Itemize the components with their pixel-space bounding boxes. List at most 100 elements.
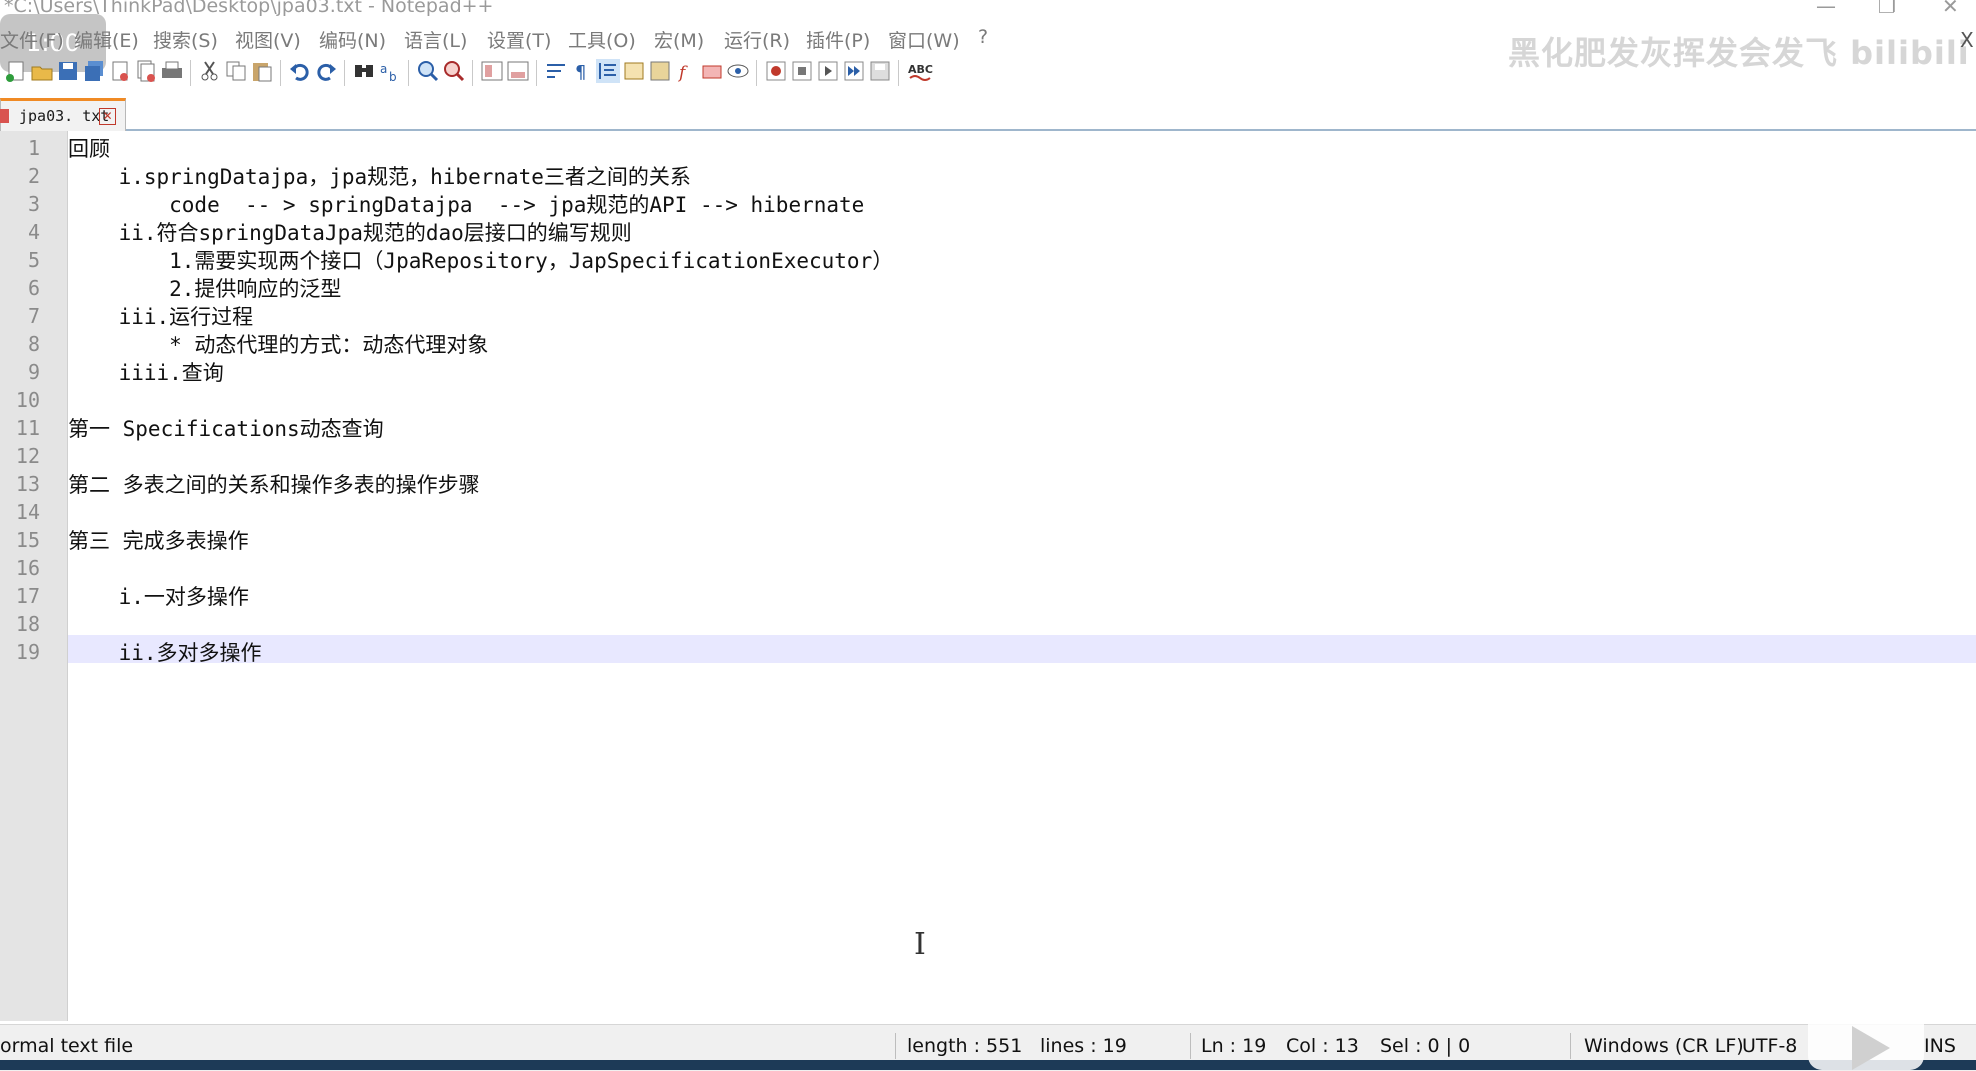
tab-jpa03[interactable]: jpa03. txt ✕ [0,98,126,131]
line-number: 5 [27,248,40,272]
toolbar-separator [408,60,409,86]
cut-icon[interactable] [198,59,222,83]
svg-text:a: a [380,62,387,76]
editor-line: i.一对多操作 [68,585,249,609]
zoom-in-icon[interactable] [416,59,440,83]
text-cursor-icon: I [914,927,926,962]
menu-encoding[interactable]: 编码(N) [319,26,386,53]
line-number: 16 [15,556,40,580]
new-file-icon[interactable] [4,59,28,83]
editor-text-area[interactable]: 回顾 i.springDatajpa，jpa规范，hibernate三者之间的关… [68,131,1976,1021]
status-eol[interactable]: Windows (CR LF) [1584,1035,1744,1057]
zoom-out-icon[interactable] [442,59,466,83]
monitor-icon[interactable] [726,59,750,83]
menu-run[interactable]: 运行(R) [724,26,790,53]
save-all-icon[interactable] [82,59,106,83]
line-number: 18 [15,612,40,636]
editor-line: iiii.查询 [68,361,224,385]
menu-view[interactable]: 视图(V) [235,26,301,53]
print-icon[interactable] [160,59,184,83]
svg-text:b: b [389,70,397,83]
toolbar: ab ¶ f ABC [0,54,1976,90]
menu-edit[interactable]: 编辑(E) [74,26,139,53]
line-number: 7 [27,304,40,328]
line-number: 15 [15,528,40,552]
indent-guide-icon[interactable] [596,59,620,83]
line-number: 17 [15,584,40,608]
menu-settings[interactable]: 设置(T) [487,26,551,53]
menu-search[interactable]: 搜索(S) [153,26,218,53]
editor-line: 第一 Specifications动态查询 [68,417,384,441]
spell-check-icon[interactable]: ABC [906,59,936,83]
paste-icon[interactable] [250,59,274,83]
line-number: 19 [15,640,40,664]
undo-icon[interactable] [288,59,312,83]
run-macro-multiple-icon[interactable] [842,59,866,83]
status-encoding[interactable]: UTF-8 [1742,1035,1797,1057]
close-window-button[interactable]: ✕ [1942,0,1959,18]
status-sel: Sel : 0 | 0 [1380,1035,1471,1057]
function-list-icon[interactable]: f [674,59,698,83]
toolbar-separator [756,60,757,86]
status-length: length : 551 [907,1035,1023,1057]
folder-workspace-icon[interactable] [700,59,724,83]
replace-icon[interactable]: ab [378,59,402,84]
status-separator [1190,1033,1191,1059]
line-number: 8 [27,332,40,356]
sync-horizontal-icon[interactable] [506,59,530,83]
play-macro-icon[interactable] [816,59,840,83]
line-number: 12 [15,444,40,468]
open-file-icon[interactable] [30,59,54,83]
menu-bar: 文件(F) 编辑(E) 搜索(S) 视图(V) 编码(N) 语言(L) 设置(T… [0,22,1976,54]
menu-file[interactable]: 文件(F) [0,26,64,53]
editor-line-current: ii.多对多操作 [68,641,262,665]
redo-icon[interactable] [314,59,338,83]
line-number-gutter[interactable]: 1 2 3 4 5 6 7 8 9 10 11 12 13 14 15 16 1… [0,131,68,1021]
menu-help[interactable]: ? [978,26,988,48]
menu-macro[interactable]: 宏(M) [654,26,704,53]
taskbar-strip [0,1060,1976,1070]
line-number: 11 [15,416,40,440]
menu-tools[interactable]: 工具(O) [568,26,636,53]
status-col: Col : 13 [1286,1035,1359,1057]
status-separator [1570,1033,1571,1059]
minimize-button[interactable]: — [1816,0,1836,18]
current-line-highlight [68,635,1976,663]
close-icon[interactable] [108,59,132,83]
line-number: 6 [27,276,40,300]
word-wrap-icon[interactable] [544,59,568,83]
copy-icon[interactable] [224,59,248,83]
toolbar-separator [472,60,473,86]
editor-line: 回顾 [68,137,110,161]
editor-line: 第二 多表之间的关系和操作多表的操作步骤 [68,473,480,497]
line-number: 4 [27,220,40,244]
save-macro-icon[interactable] [868,59,892,83]
tab-label: jpa03. txt [19,107,110,125]
save-icon[interactable] [56,59,80,83]
show-all-chars-icon[interactable]: ¶ [570,59,594,83]
editor-line: 2.提供响应的泛型 [68,277,342,301]
close-all-icon[interactable] [134,59,158,83]
editor-line: * 动态代理的方式：动态代理对象 [68,333,489,357]
menu-plugins[interactable]: 插件(P) [806,26,870,53]
line-number: 1 [27,136,40,160]
menu-window[interactable]: 窗口(W) [888,26,960,53]
record-macro-icon[interactable] [764,59,788,83]
editor-line: i.springDatajpa，jpa规范，hibernate三者之间的关系 [68,165,691,189]
tab-close-button[interactable]: ✕ [99,108,116,125]
sync-vertical-icon[interactable] [480,59,504,83]
maximize-button[interactable]: ❐ [1878,0,1896,18]
status-insert-mode: INS [1924,1035,1956,1057]
menu-language[interactable]: 语言(L) [404,26,467,53]
doc-map-icon[interactable] [648,59,672,83]
title-bar: *C:\Users\ThinkPad\Desktop\jpa03.txt - N… [0,0,1976,20]
svg-text:f: f [677,63,688,83]
toolbar-separator [536,60,537,86]
stop-macro-icon[interactable] [790,59,814,83]
video-play-overlay[interactable] [1808,1008,1924,1070]
find-icon[interactable] [352,59,376,83]
user-lang-icon[interactable] [622,59,646,83]
editor-line: ii.符合springDataJpa规范的dao层接口的编写规则 [68,221,632,245]
editor-line: iii.运行过程 [68,305,254,329]
toolbar-separator [190,60,191,86]
